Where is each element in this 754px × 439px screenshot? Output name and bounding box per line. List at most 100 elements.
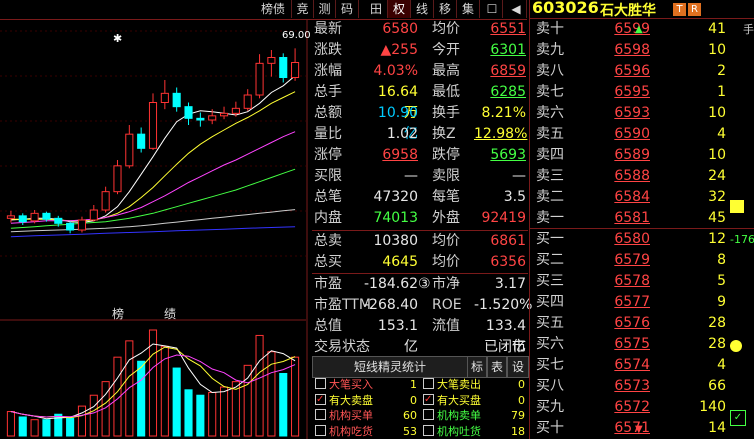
checkbox[interactable]: [423, 392, 434, 407]
candle-body[interactable]: [42, 212, 51, 220]
sell-level-row[interactable]: 卖八 6596 2: [530, 61, 754, 82]
t-badge[interactable]: T: [673, 3, 686, 16]
elf-mark-button[interactable]: 标: [467, 356, 487, 378]
kline-chart-panel[interactable]: 69.00 ✱ 榜 绩: [0, 0, 311, 439]
buy-level-row[interactable]: 买五 6576 28: [530, 313, 754, 334]
candle-body[interactable]: [125, 133, 134, 167]
elf-stat-item[interactable]: 机构买单 60: [315, 408, 419, 423]
candle-body[interactable]: [6, 215, 15, 219]
sell-level-row[interactable]: 卖七 6595 1: [530, 82, 754, 103]
candle-body[interactable]: [101, 191, 110, 211]
elf-settings-button[interactable]: 设: [507, 356, 529, 378]
candle-body[interactable]: [18, 215, 27, 223]
volume-bar[interactable]: [172, 367, 181, 437]
volume-bar[interactable]: [184, 389, 193, 437]
candle-body[interactable]: [172, 92, 181, 108]
candle-body[interactable]: [54, 217, 63, 224]
elf-stat-item[interactable]: 有大卖盘 0: [315, 392, 419, 408]
buy-level-row[interactable]: 买三 6578 5: [530, 271, 754, 292]
candle-body[interactable]: [137, 133, 146, 149]
tab-grid-icon[interactable]: 田: [365, 0, 388, 18]
candle-body[interactable]: [231, 107, 240, 114]
candle-body[interactable]: [196, 117, 205, 121]
volume-bar[interactable]: [137, 360, 146, 437]
elf-stat-item[interactable]: 有大买盘 0: [423, 392, 527, 408]
volume-bar[interactable]: [243, 364, 252, 437]
volume-bar[interactable]: [6, 411, 15, 437]
shield-icon[interactable]: ✓: [730, 410, 746, 426]
volume-bar[interactable]: [125, 340, 134, 437]
volume-bar[interactable]: [291, 356, 300, 437]
checkbox[interactable]: [315, 392, 326, 407]
candle-body[interactable]: [184, 106, 193, 119]
candle-body[interactable]: [291, 62, 300, 78]
tab-bangzhai[interactable]: 榜债: [255, 0, 292, 18]
tab-box-icon[interactable]: ☐: [482, 0, 503, 18]
arrow-up-icon[interactable]: ▲: [635, 24, 643, 35]
sell-level-row[interactable]: 卖二 6584 32: [530, 187, 754, 208]
arrow-down-icon[interactable]: ▼: [635, 424, 643, 435]
elf-stat-item[interactable]: 机构卖单 79: [423, 408, 527, 423]
candle-body[interactable]: [66, 222, 75, 231]
volume-bar[interactable]: [279, 372, 288, 437]
volume-bar[interactable]: [42, 419, 51, 437]
buy-level-row[interactable]: 买九 6572 140: [530, 397, 754, 418]
candle-body[interactable]: [243, 94, 252, 109]
tab-ce[interactable]: 测: [314, 0, 336, 18]
elf-stat-item[interactable]: 大笔卖出 0: [423, 377, 527, 392]
candle-body[interactable]: [255, 62, 264, 96]
volume-bar[interactable]: [66, 417, 75, 437]
elf-table-button[interactable]: 表: [487, 356, 507, 378]
sell-level-row[interactable]: 卖五 6590 4: [530, 124, 754, 145]
candle-body[interactable]: [113, 165, 122, 193]
tab-ji[interactable]: 集: [457, 0, 480, 18]
volume-bar[interactable]: [89, 394, 98, 437]
tab-quan[interactable]: 权: [388, 0, 411, 18]
checkbox[interactable]: [423, 378, 434, 389]
candle-body[interactable]: [89, 209, 98, 221]
volume-bar[interactable]: [219, 386, 229, 437]
volume-bar[interactable]: [160, 345, 169, 437]
elf-stat-item[interactable]: 机构吃货 53: [315, 424, 419, 439]
buy-level-row[interactable]: 买七 6574 4: [530, 355, 754, 376]
checkbox[interactable]: [423, 409, 434, 420]
buy-level-row[interactable]: 买六 6575 28: [530, 334, 754, 355]
tab-xian[interactable]: 线: [411, 0, 434, 18]
checkbox[interactable]: [315, 424, 326, 436]
volume-bar[interactable]: [196, 394, 205, 437]
tab-yi[interactable]: 移: [434, 0, 457, 18]
elf-stat-item[interactable]: 大笔买入 1: [315, 377, 419, 392]
volume-bar[interactable]: [77, 405, 87, 437]
sell-level-row[interactable]: 卖九 6598 10: [530, 40, 754, 61]
volume-bar[interactable]: [30, 419, 39, 437]
sell-level-row[interactable]: 卖六 6593 10: [530, 103, 754, 124]
checkbox[interactable]: [423, 424, 434, 436]
elf-stats-title-button[interactable]: 短线精灵统计: [312, 356, 468, 378]
candle-body[interactable]: [77, 219, 87, 231]
tab-ma[interactable]: 码: [336, 0, 359, 18]
volume-bar[interactable]: [255, 334, 264, 437]
candle-body[interactable]: [160, 92, 169, 104]
buy-level-row[interactable]: 买八 6573 66: [530, 376, 754, 397]
sell-level-row[interactable]: 卖四 6589 10: [530, 145, 754, 166]
buy-level-row[interactable]: 买四 6577 9: [530, 292, 754, 313]
tab-jing[interactable]: 竞: [292, 0, 314, 18]
elf-stat-item[interactable]: 机构吐货 18: [423, 424, 527, 439]
tab-back-icon[interactable]: ◀: [506, 0, 527, 18]
candle-body[interactable]: [148, 102, 158, 149]
checkbox[interactable]: [315, 378, 326, 389]
sell-level-row[interactable]: 卖一 6581 45: [530, 208, 754, 229]
r-badge[interactable]: R: [688, 3, 701, 16]
volume-bar[interactable]: [18, 416, 27, 437]
candle-body[interactable]: [267, 57, 276, 64]
sell-level-row[interactable]: 卖三 6588 24: [530, 166, 754, 187]
candle-body[interactable]: [219, 112, 229, 117]
scroll-marker[interactable]: [730, 200, 744, 213]
buy-level-row[interactable]: 买二 6579 8: [530, 250, 754, 271]
volume-bar[interactable]: [208, 392, 217, 437]
candle-body[interactable]: [208, 115, 217, 121]
checkbox[interactable]: [315, 409, 326, 420]
candle-body[interactable]: [30, 212, 39, 222]
buy-level-row[interactable]: 买一 6580 12 -1763: [530, 229, 754, 250]
kline-chart[interactable]: [0, 0, 311, 439]
